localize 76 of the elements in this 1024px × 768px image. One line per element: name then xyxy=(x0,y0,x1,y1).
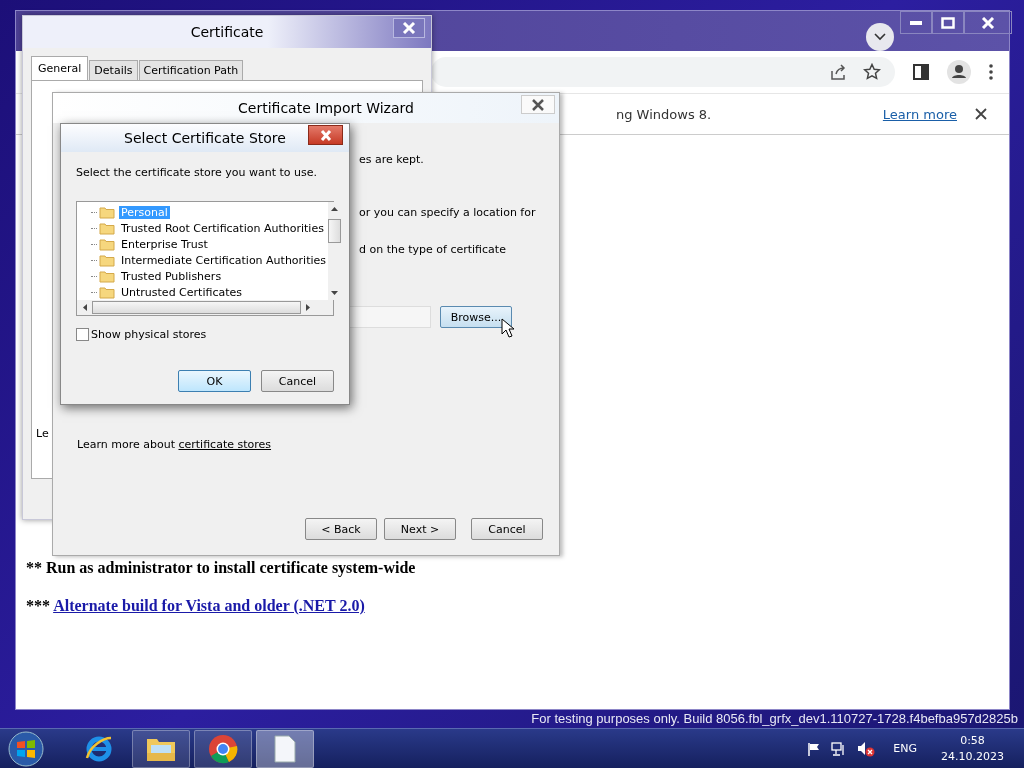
folder-icon xyxy=(99,269,115,283)
learn-more-text: Le xyxy=(36,427,49,440)
chevron-down-icon xyxy=(874,33,886,41)
close-button[interactable] xyxy=(964,11,1012,34)
star-icon[interactable] xyxy=(863,63,881,81)
browse-button[interactable]: Browse... xyxy=(440,306,512,328)
folder-icon xyxy=(99,221,115,235)
wizard-text: d on the type of certificate xyxy=(359,243,507,256)
minimize-button[interactable] xyxy=(900,11,932,34)
wizard-button[interactable]: Next > xyxy=(384,518,456,540)
scroll-thumb[interactable] xyxy=(328,219,342,243)
infobar-message: ng Windows 8. xyxy=(616,106,713,122)
wizard-button[interactable]: Cancel xyxy=(471,518,543,540)
close-icon xyxy=(531,98,545,111)
document-icon xyxy=(274,734,296,763)
close-button[interactable] xyxy=(308,125,343,145)
build-watermark-text: For testing purposes only. Build 8056.fbl_grfx_dev1.110727-1728.f4befba957d2825b xyxy=(531,711,1018,726)
checkbox-label: Show physical stores xyxy=(91,328,207,341)
bullet-marker: *** xyxy=(26,597,51,614)
start-button[interactable] xyxy=(8,730,44,767)
tab[interactable]: General xyxy=(31,56,89,80)
checkbox[interactable] xyxy=(76,328,89,341)
close-icon xyxy=(981,16,995,29)
page-text: Run as administrator to install certificate system-wide xyxy=(46,559,416,576)
close-icon[interactable] xyxy=(975,108,987,120)
taskbar-button[interactable] xyxy=(256,729,314,768)
wizard-text: or you can specify a location for xyxy=(359,206,537,219)
tree-item[interactable]: Untrusted Certificates xyxy=(119,285,244,299)
menu-icon[interactable] xyxy=(989,64,993,80)
cursor-icon xyxy=(501,318,515,338)
folder-icon xyxy=(99,205,115,219)
dialog-button[interactable]: OK xyxy=(178,370,251,392)
right-arrow-icon xyxy=(306,304,311,311)
close-button[interactable] xyxy=(393,18,425,38)
tree-item[interactable]: Trusted Root Certification Authorities xyxy=(119,221,326,235)
tab-search-button[interactable] xyxy=(866,23,894,51)
tab[interactable]: Certification Path xyxy=(138,60,244,80)
bullet-marker: ** xyxy=(26,559,43,576)
close-icon xyxy=(319,129,332,141)
dialog-title: Select Certificate Store xyxy=(124,130,286,146)
learn-more-text: Learn more about xyxy=(77,438,176,451)
chrome-icon xyxy=(208,733,238,764)
profile-icon[interactable] xyxy=(947,60,971,84)
share-icon xyxy=(829,63,847,81)
certificate-stores-link[interactable]: certificate stores xyxy=(178,438,272,451)
download-link[interactable]: Alternate build for Vista and older (.NET 2.0) xyxy=(53,597,365,614)
instruction-text: Select the certificate store you want to use. xyxy=(76,166,319,179)
scroll-thumb[interactable] xyxy=(92,301,301,314)
minimize-icon xyxy=(909,19,923,26)
close-icon xyxy=(402,22,416,34)
maximize-icon xyxy=(941,16,955,29)
maximize-button[interactable] xyxy=(932,11,964,34)
tab[interactable]: Details xyxy=(89,60,138,80)
tree-item[interactable]: Enterprise Trust xyxy=(119,237,210,251)
window-title: Certificate xyxy=(190,24,264,40)
taskbar-button[interactable] xyxy=(194,729,252,768)
up-arrow-icon xyxy=(331,206,339,211)
tree-item[interactable]: Trusted Publishers xyxy=(119,269,224,283)
flag-icon[interactable] xyxy=(807,741,822,756)
window-title: Certificate Import Wizard xyxy=(237,100,414,116)
dialog-button[interactable]: Cancel xyxy=(261,370,334,392)
folder-icon xyxy=(99,237,115,251)
folder-icon xyxy=(99,253,115,267)
left-arrow-icon xyxy=(82,304,87,311)
down-arrow-icon xyxy=(331,291,339,296)
clock-date[interactable]: 24.10.2023 xyxy=(941,748,1004,765)
language-indicator[interactable]: ENG xyxy=(893,742,917,755)
side-panel-icon[interactable] xyxy=(913,64,929,80)
clock-time[interactable]: 0:58 xyxy=(960,732,985,749)
taskbar-button[interactable] xyxy=(132,729,190,768)
horizontal-scrollbar[interactable] xyxy=(77,300,333,315)
wizard-button[interactable]: < Back xyxy=(305,518,377,540)
tree-item[interactable]: Intermediate Certification Authorities xyxy=(119,253,329,267)
speaker-muted-icon[interactable] xyxy=(857,740,876,757)
wizard-text: es are kept. xyxy=(359,153,425,166)
learn-more-link[interactable]: Learn more xyxy=(882,106,957,122)
